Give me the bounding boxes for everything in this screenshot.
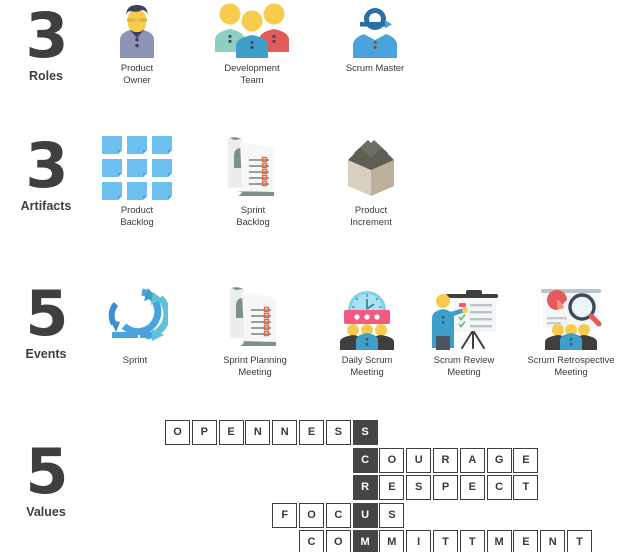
crossword-cell: T <box>513 475 539 500</box>
crossword-cell-highlight: U <box>352 502 378 528</box>
artifacts-label: Artifacts <box>20 199 72 213</box>
events-label: Events <box>25 347 67 361</box>
item-product-backlog: Product Backlog <box>92 134 182 227</box>
sprint-cycle-icon <box>102 284 168 350</box>
item-daily-scrum: Daily Scrum Meeting <box>320 284 414 377</box>
sprint-backlog-caption: Sprint Backlog <box>236 204 270 227</box>
section-values: 5 Values OPENNESSCOURAGERESPECTFOCUSCOMM… <box>0 410 625 552</box>
section-artifacts: 3 Artifacts Product Backlog Sprint Backl… <box>0 118 625 270</box>
crossword-cell: S <box>406 475 432 500</box>
product-owner-icon <box>108 4 166 58</box>
crossword-cell: C <box>299 530 324 552</box>
scrum-review-caption: Scrum Review Meeting <box>433 354 495 377</box>
sprint-caption: Sprint <box>122 354 148 365</box>
item-product-owner: Product Owner <box>92 4 182 85</box>
crossword-cell: T <box>433 530 458 552</box>
scrum-retrospective-icon <box>533 284 609 350</box>
crossword-cell: O <box>325 530 351 552</box>
events-count: 5 <box>25 277 68 350</box>
crossword-cell: O <box>165 420 190 445</box>
crossword-cell: A <box>459 447 485 473</box>
crossword-cell: T <box>567 530 592 552</box>
scrum-master-caption: Scrum Master <box>345 62 405 73</box>
daily-scrum-caption: Daily Scrum Meeting <box>341 354 393 377</box>
crossword-cell: I <box>406 530 432 552</box>
development-team-icon <box>211 2 293 58</box>
scrum-master-icon <box>344 4 406 58</box>
crossword-cell: C <box>486 475 512 500</box>
product-backlog-icon <box>100 134 174 200</box>
product-increment-icon <box>338 134 404 200</box>
artifacts-count-block: 3 Artifacts <box>0 129 92 214</box>
roles-label: Roles <box>28 69 64 83</box>
crossword-cell: P <box>433 475 458 500</box>
product-backlog-caption: Product Backlog <box>120 204 154 227</box>
values-count: 5 <box>25 435 68 508</box>
daily-scrum-icon <box>332 284 402 350</box>
crossword-cell: M <box>379 530 405 552</box>
crossword-cell: O <box>299 502 324 528</box>
scrum-review-icon <box>428 284 500 350</box>
crossword-cell: E <box>379 475 405 500</box>
crossword-cell: C <box>325 502 351 528</box>
item-scrum-retrospective: Scrum Retrospective Meeting <box>512 284 625 377</box>
crossword-cell: E <box>459 475 485 500</box>
crossword-cell: U <box>406 447 432 473</box>
product-owner-caption: Product Owner <box>120 62 154 85</box>
scrum-framework-infographic: 3 Roles Product Owner Development Team S… <box>0 0 625 552</box>
crossword-cell: M <box>486 530 512 552</box>
values-label: Values <box>26 505 66 519</box>
item-sprint: Sprint <box>95 284 175 366</box>
crossword-cell: T <box>459 530 485 552</box>
development-team-caption: Development Team <box>224 62 280 85</box>
crossword-cell: F <box>272 502 298 528</box>
crossword-cell: P <box>191 420 217 445</box>
crossword-cell: N <box>540 530 566 552</box>
item-product-increment: Product Increment <box>326 134 416 227</box>
crossword-cell: E <box>513 447 539 473</box>
crossword-cell: E <box>218 420 244 445</box>
crossword-cell: S <box>379 502 405 528</box>
scrum-retrospective-caption: Scrum Retrospective Meeting <box>527 354 615 377</box>
crossword-cell-highlight: S <box>352 420 378 445</box>
sprint-backlog-icon <box>222 134 284 200</box>
values-count-block: 5 Values <box>0 435 92 520</box>
crossword-cell-highlight: M <box>352 530 378 552</box>
crossword-cell: N <box>245 420 271 445</box>
product-increment-caption: Product Increment <box>350 204 392 227</box>
crossword-cell: R <box>433 447 458 473</box>
sprint-planning-icon <box>224 284 286 350</box>
crossword-cell: G <box>486 447 512 473</box>
section-roles: 3 Roles Product Owner Development Team S… <box>0 0 625 118</box>
roles-count-block: 3 Roles <box>0 0 92 84</box>
crossword-cell: O <box>379 447 405 473</box>
item-development-team: Development Team <box>200 2 304 85</box>
item-sprint-backlog: Sprint Backlog <box>208 134 298 227</box>
section-events: 5 Events Sprint Sprint Planning Meeting … <box>0 270 625 410</box>
artifacts-count: 3 <box>25 129 68 202</box>
crossword-cell-highlight: R <box>352 475 378 500</box>
crossword-cell: E <box>299 420 324 445</box>
crossword-cell-highlight: C <box>352 447 378 473</box>
crossword-cell: N <box>272 420 298 445</box>
item-scrum-review: Scrum Review Meeting <box>418 284 510 377</box>
item-scrum-master: Scrum Master <box>325 4 425 74</box>
item-sprint-planning: Sprint Planning Meeting <box>196 284 314 377</box>
sprint-planning-caption: Sprint Planning Meeting <box>223 354 287 377</box>
crossword-cell: E <box>513 530 539 552</box>
events-count-block: 5 Events <box>0 277 92 362</box>
roles-count: 3 <box>25 0 68 72</box>
crossword-cell: S <box>325 420 351 445</box>
